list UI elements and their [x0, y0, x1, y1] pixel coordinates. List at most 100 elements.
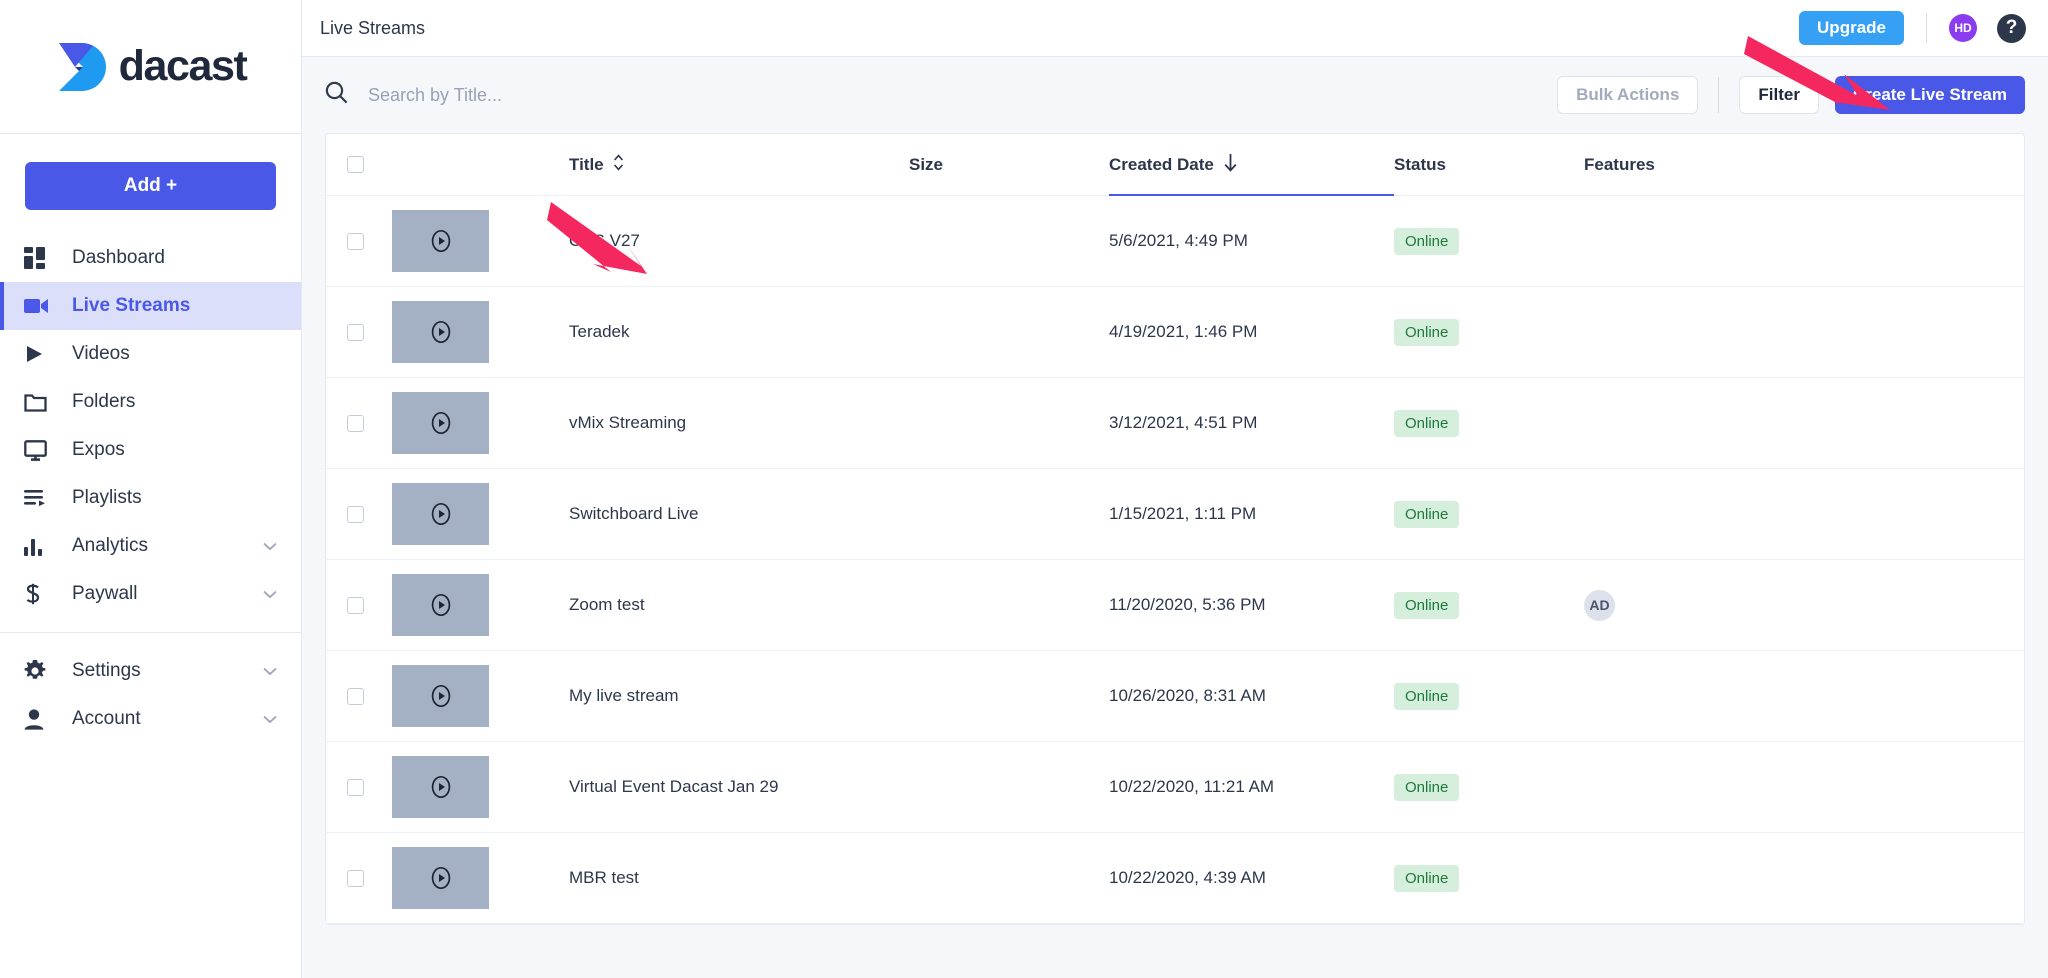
- row-select-cell: [326, 596, 384, 614]
- sidebar-item-label: Expos: [72, 439, 125, 460]
- row-checkbox[interactable]: [346, 869, 364, 887]
- sidebar-item-account[interactable]: Account: [0, 695, 301, 743]
- stream-created-date: 1/15/2021, 1:11 PM: [1109, 504, 1257, 523]
- brand-logo[interactable]: dacast: [0, 0, 301, 134]
- video-thumbnail[interactable]: [392, 756, 489, 818]
- table-row[interactable]: Teradek 4/19/2021, 1:46 PM Online: [326, 287, 2024, 378]
- create-live-stream-button[interactable]: Create Live Stream: [1834, 76, 2025, 114]
- table-row[interactable]: vMix Streaming 3/12/2021, 4:51 PM Online: [326, 378, 2024, 469]
- upgrade-button[interactable]: Upgrade: [1799, 11, 1904, 45]
- dashboard-grid-icon: [24, 247, 58, 269]
- avatar[interactable]: HD: [1949, 14, 1977, 42]
- video-thumbnail[interactable]: [392, 301, 489, 363]
- row-checkbox[interactable]: [346, 596, 364, 614]
- row-status-cell: Online: [1394, 682, 1584, 710]
- table-row[interactable]: OBS V27 5/6/2021, 4:49 PM Online: [326, 196, 2024, 287]
- select-all-checkbox[interactable]: [346, 156, 364, 173]
- video-thumbnail[interactable]: [392, 574, 489, 636]
- row-status-cell: Online: [1394, 227, 1584, 255]
- status-badge: Online: [1394, 864, 1460, 892]
- video-thumbnail[interactable]: [392, 483, 489, 545]
- row-title-cell[interactable]: Switchboard Live: [569, 504, 909, 524]
- bulk-actions-button[interactable]: Bulk Actions: [1557, 76, 1699, 114]
- dollar-icon: [24, 583, 58, 605]
- row-title-cell[interactable]: vMix Streaming: [569, 413, 909, 433]
- sidebar-item-analytics[interactable]: Analytics: [0, 522, 301, 570]
- sidebar-item-playlists[interactable]: Playlists: [0, 474, 301, 522]
- gear-icon: [24, 660, 58, 682]
- row-checkbox[interactable]: [346, 232, 364, 250]
- search-box[interactable]: [325, 81, 1557, 109]
- video-thumbnail[interactable]: [392, 847, 489, 909]
- row-title-cell[interactable]: Virtual Event Dacast Jan 29: [569, 777, 909, 797]
- sidebar-nav: Dashboard Live Streams Videos Folders Ex…: [0, 234, 301, 743]
- sort-status-button[interactable]: Status: [1394, 155, 1584, 175]
- row-title-cell[interactable]: Teradek: [569, 322, 909, 342]
- video-thumbnail[interactable]: [392, 665, 489, 727]
- status-badge: Online: [1394, 409, 1460, 437]
- features-header-cell: Features: [1584, 155, 2024, 175]
- search-icon: [325, 81, 348, 109]
- main-area: Live Streams Upgrade HD ? Search by Titl…: [302, 0, 2048, 978]
- chevron-down-icon[interactable]: [263, 660, 277, 682]
- sort-both-icon: [613, 153, 624, 176]
- table-row[interactable]: Virtual Event Dacast Jan 29 10/22/2020, 1…: [326, 742, 2024, 833]
- sort-created-date-button[interactable]: Created Date: [1109, 153, 1394, 177]
- sidebar-item-expos[interactable]: Expos: [0, 426, 301, 474]
- chevron-down-icon[interactable]: [263, 583, 277, 605]
- sidebar-item-folders[interactable]: Folders: [0, 378, 301, 426]
- sort-features-button[interactable]: Features: [1584, 155, 2024, 175]
- sidebar-item-videos[interactable]: Videos: [0, 330, 301, 378]
- active-sort-indicator: [1109, 193, 1394, 196]
- stream-title: OBS V27: [569, 231, 640, 250]
- row-title-cell[interactable]: MBR test: [569, 868, 909, 888]
- row-thumbnail-cell: [384, 210, 569, 272]
- row-status-cell: Online: [1394, 500, 1584, 528]
- stream-title: Teradek: [569, 322, 630, 341]
- row-select-cell: [326, 505, 384, 523]
- sidebar-item-live-streams[interactable]: Live Streams: [0, 282, 301, 330]
- table-row[interactable]: MBR test 10/22/2020, 4:39 AM Online: [326, 833, 2024, 924]
- stream-created-date: 10/22/2020, 4:39 AM: [1109, 868, 1266, 887]
- bar-chart-icon: [24, 537, 58, 556]
- row-created-date-cell: 11/20/2020, 5:36 PM: [1109, 595, 1394, 615]
- sidebar-item-paywall[interactable]: Paywall: [0, 570, 301, 618]
- add-button[interactable]: Add +: [25, 162, 276, 210]
- table-row[interactable]: Switchboard Live 1/15/2021, 1:11 PM Online: [326, 469, 2024, 560]
- brand-name: dacast: [118, 42, 248, 90]
- sidebar-item-settings[interactable]: Settings: [0, 647, 301, 695]
- row-thumbnail-cell: [384, 483, 569, 545]
- search-input[interactable]: [368, 84, 788, 106]
- title-header-cell: Title: [569, 153, 909, 176]
- filter-button[interactable]: Filter: [1739, 76, 1819, 114]
- row-checkbox[interactable]: [346, 414, 364, 432]
- sidebar: dacast Add + Dashboard Live Streams Vide…: [0, 0, 302, 978]
- table-row[interactable]: My live stream 10/26/2020, 8:31 AM Online: [326, 651, 2024, 742]
- row-checkbox[interactable]: [346, 778, 364, 796]
- row-created-date-cell: 10/22/2020, 11:21 AM: [1109, 777, 1394, 797]
- table-row[interactable]: Zoom test 11/20/2020, 5:36 PM Online AD: [326, 560, 2024, 651]
- sort-size-button[interactable]: Size: [909, 155, 1109, 175]
- sidebar-item-label: Live Streams: [72, 295, 191, 316]
- chevron-down-icon[interactable]: [263, 535, 277, 557]
- row-checkbox[interactable]: [346, 687, 364, 705]
- stream-title: Zoom test: [569, 595, 645, 614]
- status-badge: Online: [1394, 227, 1460, 255]
- row-created-date-cell: 5/6/2021, 4:49 PM: [1109, 231, 1394, 251]
- row-title-cell[interactable]: OBS V27: [569, 231, 909, 251]
- page-title: Live Streams: [320, 17, 426, 38]
- row-title-cell[interactable]: My live stream: [569, 686, 909, 706]
- chevron-down-icon[interactable]: [263, 708, 277, 730]
- row-select-cell: [326, 323, 384, 341]
- stream-title: MBR test: [569, 868, 639, 887]
- content-area: Bulk Actions Filter Create Live Stream T…: [302, 57, 2048, 978]
- sort-title-button[interactable]: Title: [569, 153, 909, 176]
- row-thumbnail-cell: [384, 847, 569, 909]
- video-thumbnail[interactable]: [392, 392, 489, 454]
- sidebar-item-dashboard[interactable]: Dashboard: [0, 234, 301, 282]
- row-checkbox[interactable]: [346, 505, 364, 523]
- row-checkbox[interactable]: [346, 323, 364, 341]
- video-thumbnail[interactable]: [392, 210, 489, 272]
- row-title-cell[interactable]: Zoom test: [569, 595, 909, 615]
- help-icon[interactable]: ?: [1997, 13, 2026, 43]
